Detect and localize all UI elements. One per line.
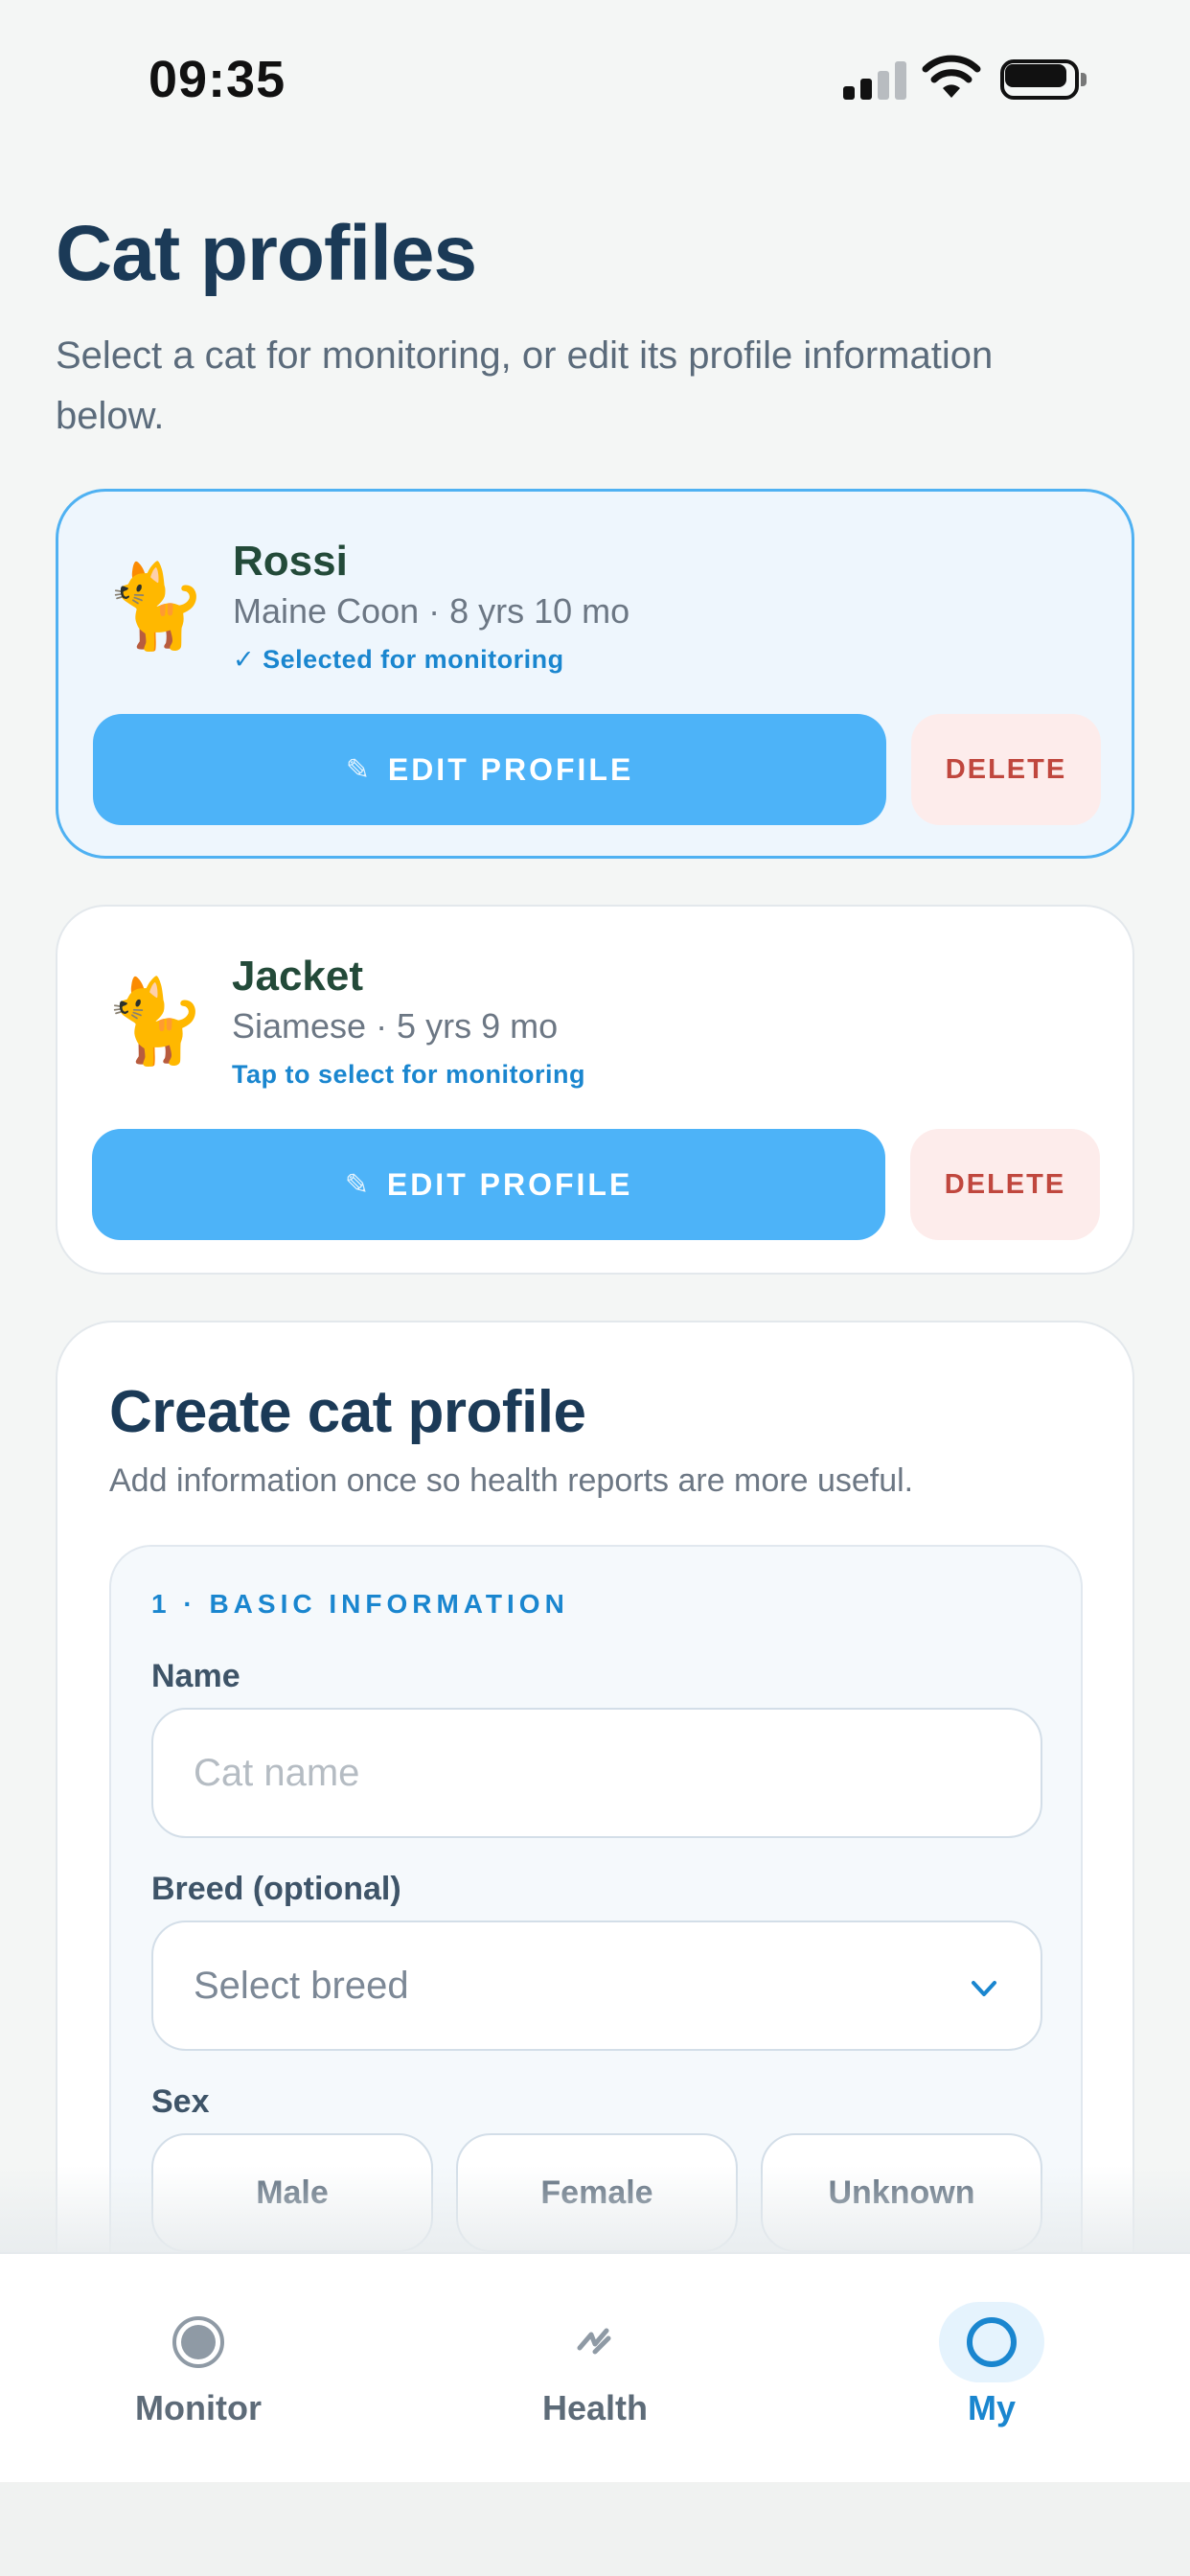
pencil-icon: ✎: [344, 1168, 372, 1201]
bottom-nav: Monitor Health My: [0, 2252, 1190, 2482]
chevron-down-icon: [972, 1981, 996, 1996]
name-label: Name: [151, 1658, 240, 1694]
cat-breed-age: Siamese · 5 yrs 9 mo: [232, 1006, 559, 1046]
cat-card-rossi[interactable]: 🐈 Rossi Maine Coon · 8 yrs 10 mo ✓ Selec…: [56, 489, 1134, 859]
edit-profile-button[interactable]: ✎ EDIT PROFILE: [93, 714, 886, 825]
cat-name: Jacket: [232, 953, 364, 1000]
cat-breed-age: Maine Coon · 8 yrs 10 mo: [233, 591, 630, 631]
scroll-fade: [0, 2166, 1190, 2252]
cat-name-placeholder: Cat name: [194, 1751, 360, 1794]
section-label: 1 · BASIC INFORMATION: [151, 1589, 569, 1619]
page-title: Cat profiles: [56, 210, 477, 297]
cat-monitoring-status: ✓ Selected for monitoring: [233, 645, 564, 674]
cat-card-jacket[interactable]: 🐈 Jacket Siamese · 5 yrs 9 mo Tap to sel…: [56, 905, 1134, 1275]
cat-icon: 🐈: [104, 561, 208, 653]
create-profile-subtitle: Add information once so health reports a…: [109, 1462, 914, 1499]
sex-label: Sex: [151, 2083, 210, 2120]
nav-item-monitor[interactable]: Monitor: [50, 2254, 337, 2484]
nav-item-health[interactable]: Health: [446, 2254, 734, 2484]
nav-label-my: My: [967, 2388, 1016, 2427]
home-indicator-area: [0, 2482, 1190, 2576]
edit-profile-button[interactable]: ✎ EDIT PROFILE: [92, 1129, 885, 1240]
cat-name: Rossi: [233, 538, 348, 585]
ring-icon: [939, 2302, 1044, 2382]
cat-name-input[interactable]: Cat name: [151, 1708, 1042, 1838]
edit-profile-label: EDIT PROFILE: [387, 751, 634, 787]
battery-icon: [1000, 59, 1087, 100]
create-profile-title: Create cat profile: [109, 1379, 586, 1445]
nav-label-health: Health: [541, 2388, 649, 2427]
nav-label-monitor: Monitor: [135, 2388, 262, 2427]
breed-select[interactable]: Select breed: [151, 1920, 1042, 2051]
cat-monitoring-status[interactable]: Tap to select for monitoring: [232, 1060, 585, 1090]
cellular-signal-icon: [843, 59, 906, 100]
nav-item-my[interactable]: My: [843, 2254, 1131, 2484]
status-time: 09:35: [149, 51, 286, 108]
status-bar: 09:35: [0, 0, 1190, 163]
breed-placeholder: Select breed: [194, 1964, 409, 2007]
breed-label: Breed (optional): [151, 1871, 401, 1907]
pulse-icon: [542, 2302, 648, 2382]
page-subtitle: Select a cat for monitoring, or edit its…: [56, 334, 994, 437]
record-icon: [146, 2302, 251, 2382]
wifi-icon: [922, 55, 981, 98]
cat-icon: 🐈: [103, 976, 207, 1068]
pencil-icon: ✎: [345, 753, 373, 786]
edit-profile-label: EDIT PROFILE: [386, 1166, 633, 1202]
delete-button[interactable]: DELETE: [911, 714, 1101, 825]
delete-button[interactable]: DELETE: [910, 1129, 1100, 1240]
